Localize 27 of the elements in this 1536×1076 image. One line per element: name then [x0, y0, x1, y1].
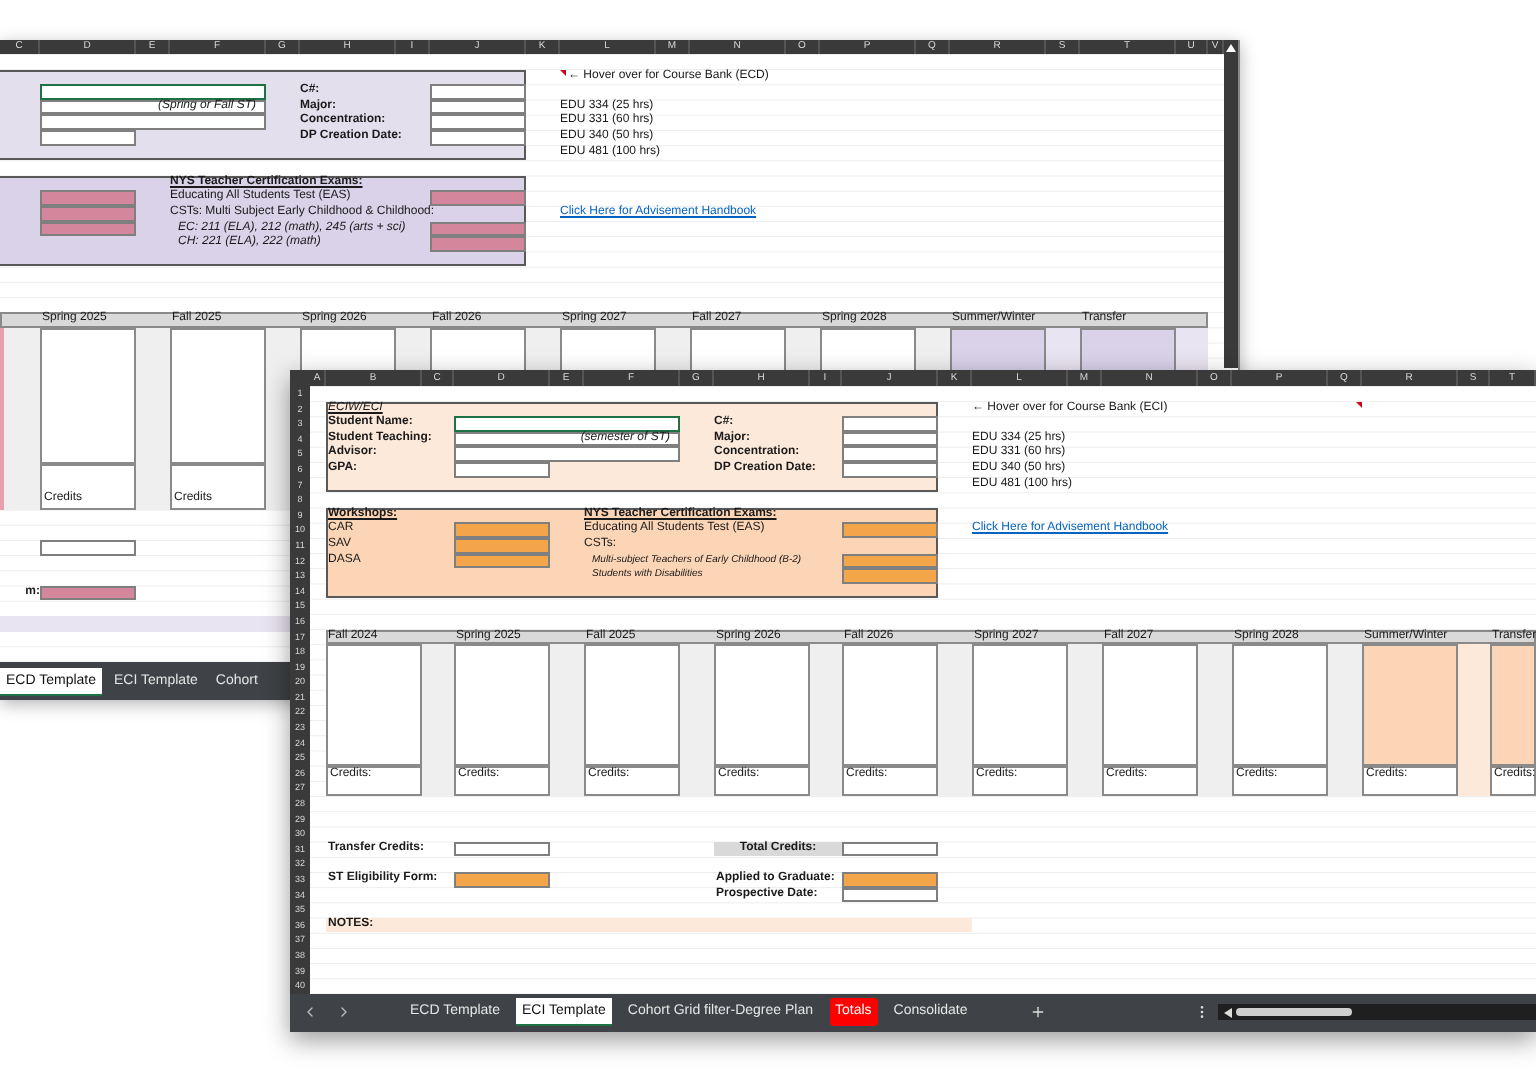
next-sheet-icon[interactable]	[336, 1004, 352, 1021]
horizontal-scrollbar[interactable]	[1217, 1004, 1536, 1021]
input-field[interactable]	[842, 416, 938, 432]
vertical-scrollbar[interactable]	[1224, 54, 1238, 368]
input-field[interactable]	[842, 446, 938, 462]
previous-sheet-icon[interactable]	[302, 1004, 318, 1021]
input-field[interactable]	[454, 522, 550, 538]
input-field[interactable]	[842, 522, 938, 538]
input-field[interactable]	[454, 416, 680, 432]
input-field[interactable]	[842, 568, 938, 584]
input-field[interactable]	[430, 84, 526, 100]
input-field[interactable]	[430, 114, 526, 130]
input-field[interactable]	[40, 114, 266, 130]
input-field[interactable]	[40, 585, 136, 601]
comment-marker-icon	[1356, 401, 1362, 408]
input-field[interactable]	[842, 872, 938, 888]
input-field[interactable]	[40, 84, 266, 100]
comment-marker-icon	[560, 69, 566, 76]
input-field[interactable]	[454, 446, 680, 462]
input-field[interactable]	[40, 540, 136, 556]
input-field[interactable]	[430, 236, 526, 252]
input-field[interactable]	[430, 190, 526, 206]
input-field[interactable]	[454, 872, 550, 888]
add-sheet-icon[interactable]	[1029, 1004, 1046, 1021]
input-field[interactable]	[842, 841, 938, 857]
input-field[interactable]	[454, 841, 550, 857]
input-field[interactable]	[40, 190, 136, 206]
